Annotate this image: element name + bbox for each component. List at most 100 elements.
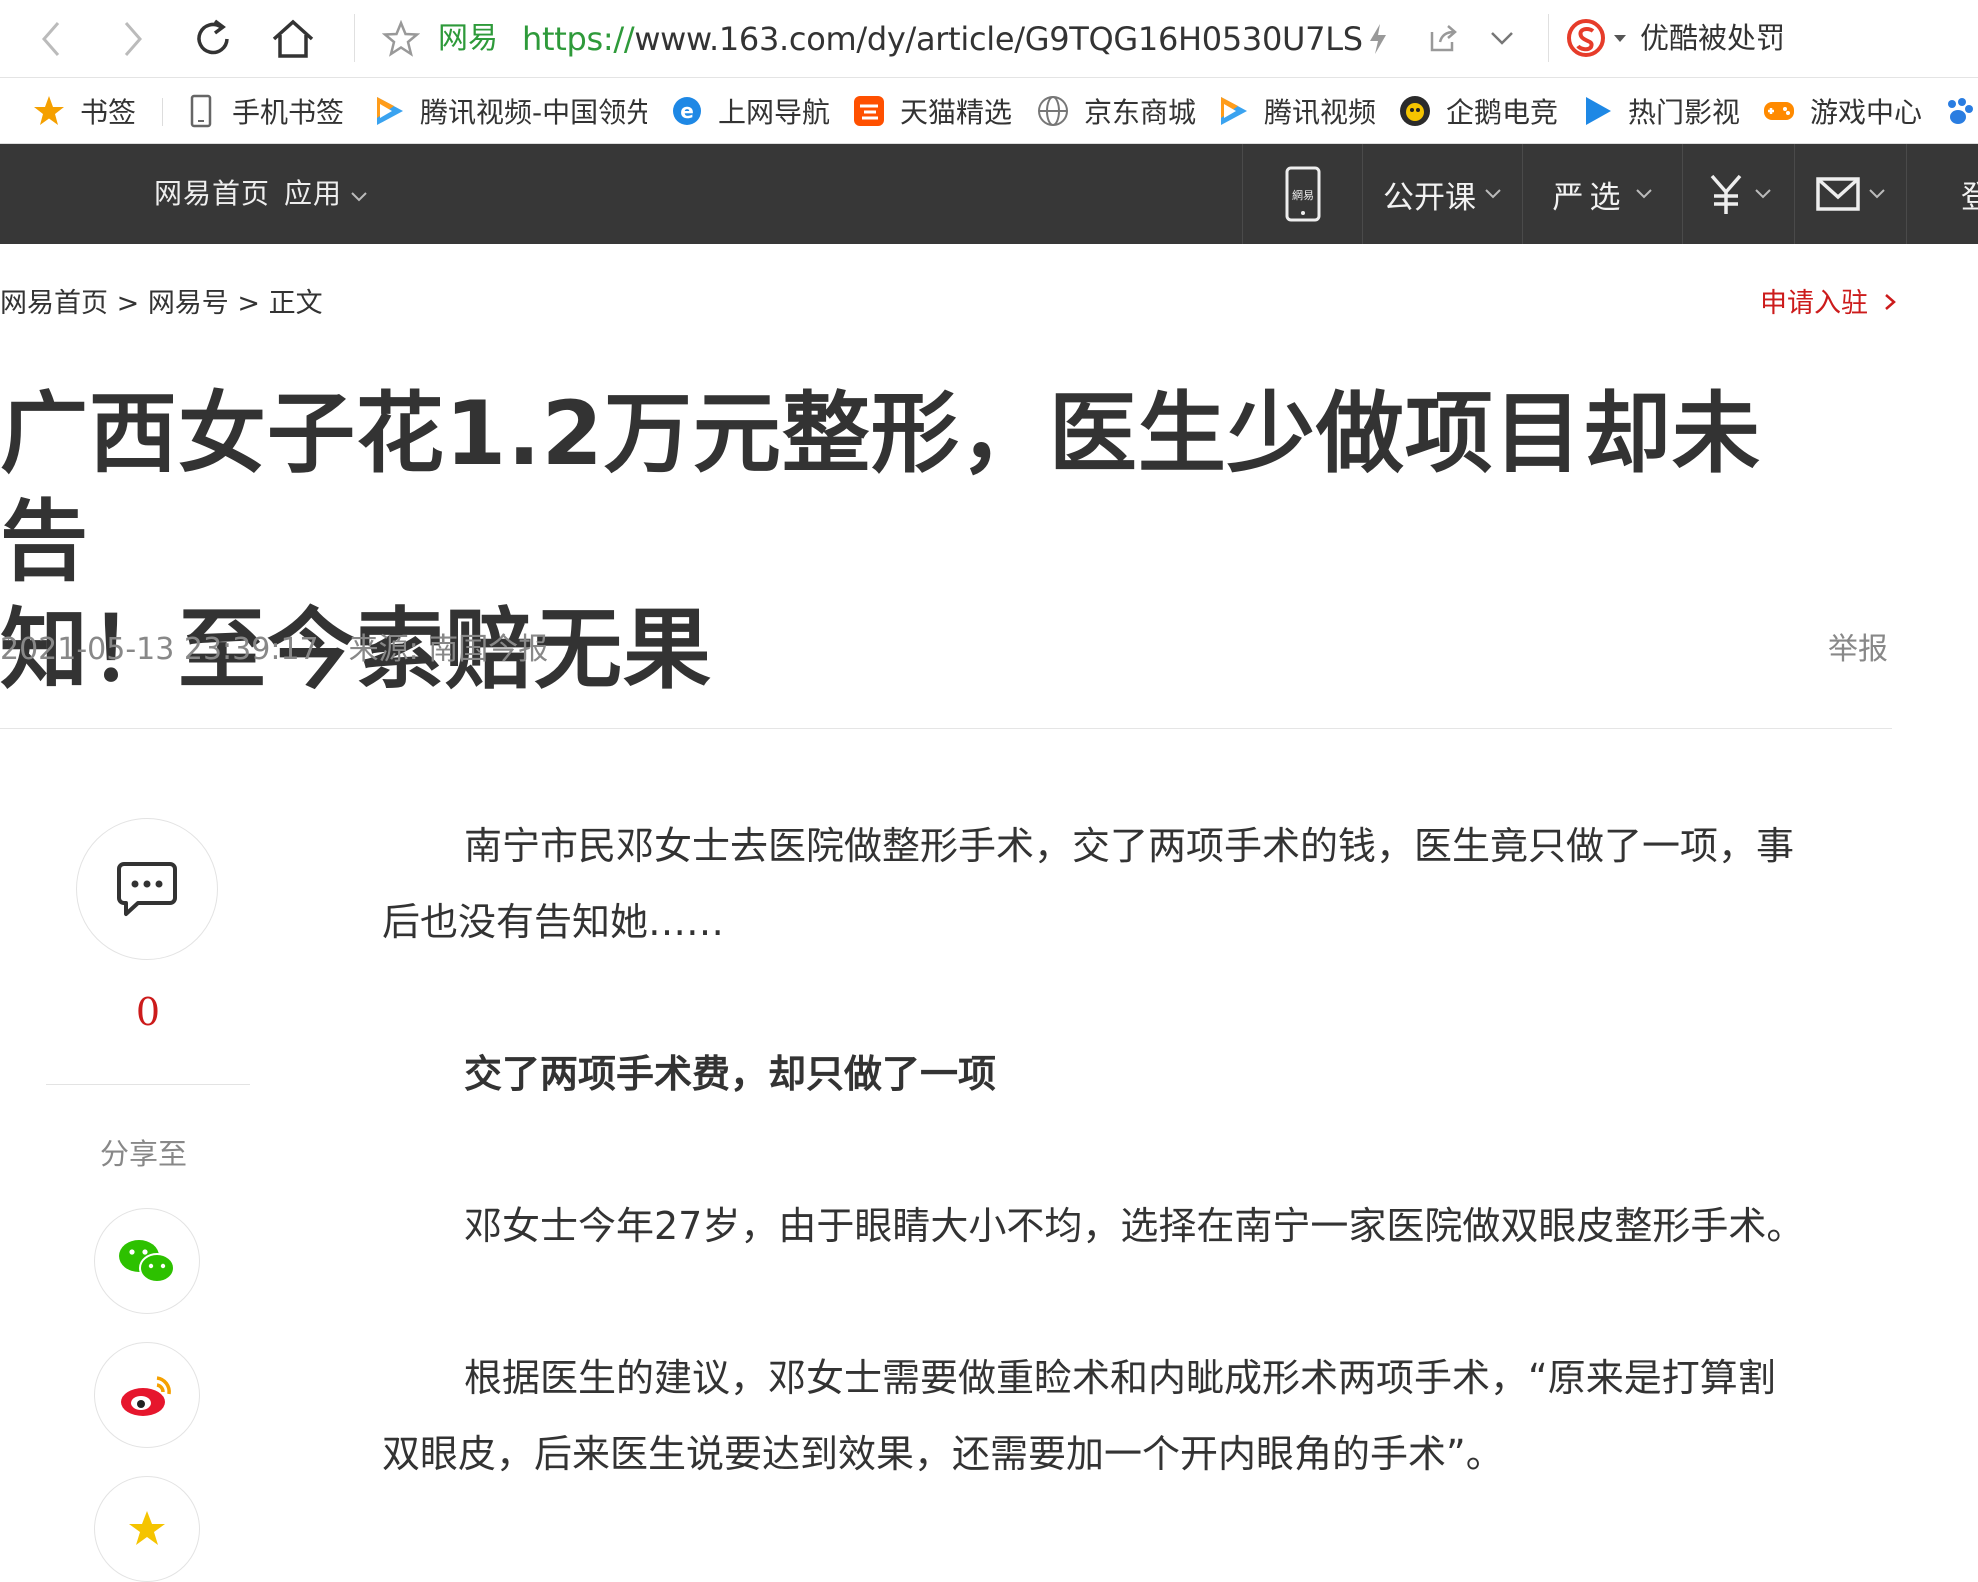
- share-qzone-button[interactable]: [94, 1476, 200, 1582]
- breadcrumb-home[interactable]: 网易首页: [0, 288, 108, 319]
- share-label: 分享至: [100, 1137, 188, 1171]
- breadcrumb-dy[interactable]: 网易号: [148, 288, 229, 319]
- site-name: 网易: [438, 21, 498, 56]
- paragraph-line: 双眼皮，后来医生说要达到效果，还需要加一个开内眼角的手术”。: [382, 1432, 1504, 1476]
- forward-button[interactable]: [108, 14, 158, 64]
- back-button[interactable]: [26, 14, 76, 64]
- bookmark-label: 企鹅电竞: [1446, 96, 1559, 129]
- svg-text:e: e: [680, 99, 694, 123]
- bookmark-overflow[interactable]: [1942, 92, 1978, 130]
- chevron-down-icon: [1635, 189, 1652, 199]
- nav-login[interactable]: 登: [1906, 144, 1978, 244]
- separator: [1548, 14, 1549, 62]
- bookmark-item[interactable]: 热门影视: [1580, 92, 1740, 130]
- chevron-down-icon: [1868, 189, 1885, 199]
- report-link[interactable]: 举报: [1828, 630, 1888, 670]
- nav-login-label: 登: [1961, 172, 1978, 217]
- url-box[interactable]: 网易 https://www.163.com/dy/article/G9TQG1…: [372, 10, 1532, 68]
- bookmark-item[interactable]: e 上网导航: [670, 92, 830, 130]
- chevron-right-icon: [1884, 294, 1896, 310]
- address-bar: 网易 https://www.163.com/dy/article/G9TQG1…: [0, 0, 1978, 78]
- comment-button[interactable]: [76, 818, 218, 960]
- bookmarks-bar: 书签 手机书签 腾讯视频-中国领先 e 上网导航 天猫精选 京东商城 腾讯视频 …: [0, 78, 1978, 144]
- search-query[interactable]: 优酷被处罚: [1640, 18, 1785, 58]
- play-icon: [1580, 94, 1614, 128]
- bookmark-label: 游戏中心: [1810, 96, 1923, 129]
- comment-count[interactable]: 0: [128, 990, 168, 1034]
- nav-mobile-app[interactable]: 網易: [1242, 144, 1362, 244]
- chevron-down-icon[interactable]: [1490, 30, 1514, 46]
- tencent-video-icon: [372, 94, 406, 128]
- breadcrumb: 网易首页 > 网易号 > 正文: [0, 286, 323, 322]
- separator: [354, 14, 355, 62]
- bookmark-label: 上网导航: [718, 96, 831, 129]
- nav-apps-menu[interactable]: 应用: [284, 174, 368, 214]
- chevron-down-icon: [1485, 189, 1501, 199]
- lightning-icon[interactable]: [1366, 22, 1390, 56]
- paw-icon: [1942, 94, 1976, 128]
- bookmark-item[interactable]: 天猫精选: [852, 92, 1012, 130]
- qzone-star-icon: [129, 1511, 165, 1545]
- nav-apps-label: 应用: [284, 177, 343, 210]
- nav-payment[interactable]: [1682, 144, 1794, 244]
- paragraph-line: 后也没有告知她……: [382, 900, 725, 944]
- bookmark-label: 腾讯视频-中国领先: [420, 96, 647, 129]
- chevron-right-icon: [124, 22, 142, 56]
- apply-join-label: 申请入驻: [1760, 288, 1868, 319]
- url-rest: www.163.com/dy/article/G9TQG16H0530U7LS: [634, 20, 1363, 58]
- taobao-icon: [852, 94, 886, 128]
- nav-open-course[interactable]: 公开课: [1362, 144, 1522, 244]
- article-meta: 2021-05-13 23:39:17 来源: 南国今报: [0, 630, 548, 670]
- mail-icon: [1815, 177, 1860, 211]
- reload-icon: [197, 19, 229, 55]
- bookmark-item[interactable]: 京东商城: [1036, 92, 1196, 130]
- nav-mail[interactable]: [1794, 144, 1906, 244]
- bookmark-star-icon[interactable]: [382, 20, 420, 58]
- nav-yanxuan-label: 严选: [1552, 179, 1627, 216]
- phone-icon: [184, 94, 218, 128]
- share-weibo-button[interactable]: [94, 1342, 200, 1448]
- url-text[interactable]: https://www.163.com/dy/article/G9TQG16H0…: [522, 20, 1363, 58]
- bookmark-item[interactable]: 游戏中心: [1762, 92, 1922, 130]
- article-source[interactable]: 来源: 南国今报: [349, 632, 549, 667]
- ie-icon: e: [670, 94, 704, 128]
- bookmark-item[interactable]: 腾讯视频: [1216, 92, 1376, 130]
- article-subheading: 交了两项手术费，却只做了一项: [464, 1052, 997, 1096]
- apply-join-link[interactable]: 申请入驻: [1760, 286, 1897, 322]
- nav-home-link[interactable]: 网易首页: [154, 174, 270, 214]
- comment-bubble-icon: [117, 862, 177, 916]
- bookmark-item[interactable]: 企鹅电竞: [1398, 92, 1558, 130]
- share-icon[interactable]: [1428, 22, 1460, 54]
- site-nav: 网易首页 应用 網易 公开课 严选 登: [0, 144, 1978, 244]
- share-wechat-button[interactable]: [94, 1208, 200, 1314]
- chevron-down-icon: [1754, 189, 1771, 199]
- yuan-icon: [1710, 174, 1741, 214]
- phone-app-icon: 網易: [1285, 166, 1320, 222]
- reload-button[interactable]: [188, 14, 238, 64]
- svg-text:網易: 網易: [1292, 188, 1314, 202]
- nav-yanxuan[interactable]: 严选: [1522, 144, 1682, 244]
- tencent-video-icon: [1216, 94, 1250, 128]
- bookmark-label: 热门影视: [1628, 96, 1741, 129]
- bookmark-label: 腾讯视频: [1264, 96, 1377, 129]
- home-button[interactable]: [268, 14, 318, 64]
- home-icon: [272, 19, 314, 58]
- wechat-icon: [119, 1240, 175, 1283]
- publish-date: 2021-05-13 23:39:17: [0, 632, 319, 667]
- paragraph-line: 邓女士今年27岁，由于眼睛大小不均，选择在南宁一家医院做双眼皮整形手术。: [464, 1204, 1805, 1248]
- separator: [162, 98, 163, 126]
- sogou-search-icon[interactable]: [1566, 18, 1632, 58]
- url-scheme: https://: [522, 20, 635, 58]
- bookmark-label: 手机书签: [232, 96, 345, 129]
- breadcrumb-separator: >: [116, 288, 140, 319]
- paragraph-line: 南宁市民邓女士去医院做整形手术，交了两项手术的钱，医生竟只做了一项，事: [464, 824, 1795, 868]
- bookmark-item[interactable]: 腾讯视频-中国领先: [372, 92, 647, 130]
- divider: [0, 728, 1892, 729]
- paragraph-line: 根据医生的建议，邓女士需要做重睑术和内眦成形术两项手术，“原来是打算割: [464, 1356, 1776, 1400]
- penguin-icon: [1398, 94, 1432, 128]
- globe-icon: [1036, 94, 1070, 128]
- chevron-left-icon: [42, 22, 60, 56]
- bookmark-item[interactable]: 手机书签: [184, 92, 344, 130]
- bookmark-item[interactable]: 书签: [32, 92, 136, 130]
- weibo-icon: [121, 1376, 171, 1416]
